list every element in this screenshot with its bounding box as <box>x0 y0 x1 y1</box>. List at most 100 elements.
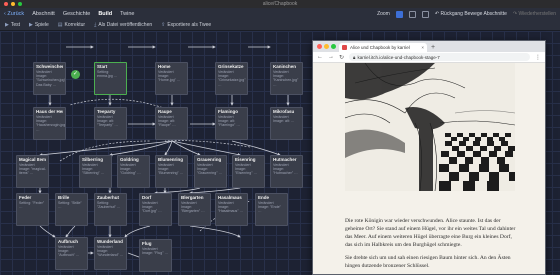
passage-card[interactable]: Eisenring Verändert Image: "Eisenring" … <box>232 155 265 188</box>
link-path <box>124 225 151 238</box>
passage-title: Blergarten <box>181 195 204 200</box>
passage-card[interactable]: Flug Verändert Image: "Flug" … <box>139 239 172 272</box>
passage-title: Schweinchen <box>36 64 63 69</box>
tab-abschnitt[interactable]: Abschnitt <box>32 11 55 17</box>
zoom-medium-button[interactable] <box>408 10 416 18</box>
passage-card[interactable]: Hasalmaus Verändert Image: "Hasalmaus" … <box>215 193 248 226</box>
story-illustration <box>345 63 515 191</box>
passage-card[interactable]: Hutmacher Verändert Image: "Hutmacher" … <box>270 155 303 188</box>
passage-excerpt: Verändert Image: "Blergarten" … <box>181 201 205 214</box>
link-path <box>39 140 173 157</box>
passage-excerpt: Verändert Image: "Goldring" … <box>120 163 141 176</box>
passage-excerpt: Verändert Image: "Schweinchen.jpg" Das B… <box>36 70 66 87</box>
story-text: Die rote Königin war wieder verschwunden… <box>345 217 517 274</box>
passage-card[interactable]: Haus der HerzoginVerändert Image: "Haush… <box>33 107 66 140</box>
play-label: Spiele <box>34 22 49 28</box>
passage-title: Goldring <box>120 157 139 162</box>
passage-card[interactable]: Brille Setting: "Brille" … <box>55 193 88 226</box>
passage-card[interactable]: Blergarten Verändert Image: "Blergarten" … <box>178 193 211 226</box>
passage-card[interactable]: Home Verändert Image: "Home.jpg" … <box>155 62 188 95</box>
browser-window-controls <box>317 44 336 49</box>
passage-card[interactable]: Ende Verändert Image: "Ende" … <box>255 193 288 226</box>
publish-file-button[interactable]: ⤓ Als Datei veröffentlichen <box>94 22 152 28</box>
play-button[interactable]: ▶ Spiele <box>29 22 49 28</box>
passage-title: Zauberhut <box>97 195 119 200</box>
passage-title: Raupe <box>158 109 172 114</box>
passage-card[interactable]: Goldring Verändert Image: "Goldring" … <box>117 155 150 188</box>
passage-excerpt: Verändert Image: "Grinsekatze.jpg" … <box>218 70 246 87</box>
passage-title: Feder <box>19 195 32 200</box>
close-window-button[interactable] <box>4 2 8 6</box>
proof-button[interactable]: ▤ Korrektur <box>58 22 85 28</box>
back-arrow-icon[interactable]: ← <box>317 54 323 60</box>
passage-card[interactable]: Zauberhut Setting: "Zauberhut" … <box>94 193 127 226</box>
test-button[interactable]: ▶ Test <box>5 22 20 28</box>
url-text: karriel.itch.io/alice-und-chapbook-stage… <box>357 54 440 60</box>
passage-card[interactable]: Flamingo Verändert Image: alt: "Flamingo"… <box>215 107 248 140</box>
passage-card[interactable]: Start Setting: emma.jpg … <box>94 62 127 95</box>
play-icon: ▶ <box>5 22 9 28</box>
zoom-large-button[interactable] <box>395 10 403 18</box>
passage-title: Dorf <box>142 195 152 200</box>
passage-card[interactable]: Magical Items Verändert Image: "magical-i… <box>16 155 49 188</box>
passage-card[interactable]: Dorf Verändert Image: "Dorf.jpg" … <box>139 193 172 226</box>
export-twee-button[interactable]: ⇪ Exportiere als Twee <box>161 22 211 28</box>
close-tab-icon[interactable]: × <box>421 45 424 50</box>
passage-title: Blumenring <box>158 157 184 162</box>
passage-card[interactable]: Grauenring Verändert Image: "Grauenring" … <box>194 155 227 188</box>
passage-card[interactable]: Silberring Verändert Image: "Silberring" … <box>79 155 112 188</box>
reload-icon[interactable]: ↻ <box>339 54 344 61</box>
passage-card[interactable]: Kaninchen Verändert Image: "Kaninchen.jpg… <box>270 62 303 95</box>
passage-card[interactable]: Wunderland Verändert Image: "Wunderland" … <box>94 237 127 270</box>
undo-button[interactable]: ↶ Rückgang Bewege Abschnitte <box>435 11 507 17</box>
browser-tab[interactable]: Alice und Chapbook by karriel × <box>339 43 427 52</box>
new-tab-button[interactable]: + <box>431 43 435 52</box>
passage-card[interactable]: Teeparty Verändert Image: alt: "Teeparty"… <box>94 107 127 140</box>
play-icon: ▶ <box>29 22 33 28</box>
passage-excerpt: Verändert Image: "Grauenring" … <box>197 163 223 176</box>
passage-title: Mikrofasu <box>273 109 295 114</box>
passage-excerpt: Setting: "Brille" … <box>58 201 82 210</box>
passage-excerpt: Verändert Image: "Hausherzogin.jpg" … <box>36 115 66 132</box>
menu-kebab-icon[interactable]: ⋮ <box>535 54 541 61</box>
back-button[interactable]: ‹ Zurück <box>4 11 24 17</box>
passage-card[interactable]: Aufbruch Verändert Image: "Aufbruch" … <box>55 237 88 270</box>
document-icon: ▤ <box>57 22 63 28</box>
passage-excerpt: Verändert Image: "Eisenring" … <box>235 163 258 176</box>
passage-excerpt: Verändert Image: "Kaninchen.jpg" … <box>273 70 299 87</box>
passage-title: Wunderland <box>97 239 123 244</box>
passage-excerpt: Verändert Image: "Home.jpg" … <box>158 70 181 83</box>
address-bar[interactable]: 🔒︎ karriel.itch.io/alice-und-chapbook-st… <box>349 53 530 61</box>
tab-twine[interactable]: Twine <box>120 11 134 17</box>
passage-card[interactable]: Mikrofasu Verändert Image: alt: … <box>270 107 303 140</box>
passage-title: Magical Items <box>19 157 46 162</box>
browser-close-button[interactable] <box>317 44 322 49</box>
browser-toolbar: ← → ↻ 🔒︎ karriel.itch.io/alice-und-chapb… <box>313 52 545 63</box>
passage-card[interactable]: Grinsekatze Verändert Image: "Grinsekatze… <box>215 62 248 95</box>
passage-excerpt: Verändert Image: "Hasalmaus" … <box>218 201 244 214</box>
browser-minimize-button[interactable] <box>324 44 329 49</box>
window-titlebar: alice/Chapbook <box>0 0 560 8</box>
link-path <box>109 140 173 157</box>
zoom-small-button[interactable] <box>421 10 429 18</box>
passage-title: Grauenring <box>197 157 222 162</box>
minimize-window-button[interactable] <box>11 2 15 6</box>
maximize-window-button[interactable] <box>18 2 22 6</box>
browser-maximize-button[interactable] <box>331 44 336 49</box>
passage-excerpt: Verändert Image: alt: "Flamingo" … <box>218 115 240 128</box>
passage-excerpt: Verändert Image: "Hutmacher" … <box>273 163 298 176</box>
passage-title: Ende <box>258 195 270 200</box>
passage-card[interactable]: Feder Setting: "Feder" … <box>16 193 49 226</box>
redo-button[interactable]: ↷ Wiederherstellen <box>513 11 556 17</box>
link-path <box>39 225 56 238</box>
passage-card[interactable]: Blumenring Verändert Image: "Blumenring" … <box>155 155 188 188</box>
browser-window: Alice und Chapbook by karriel × + ← → ↻ … <box>312 40 546 275</box>
passage-card[interactable]: Schweinchen Verändert Image: "Schweinchen… <box>33 62 66 95</box>
passage-title: Aufbruch <box>58 239 78 244</box>
forward-arrow-icon[interactable]: → <box>328 54 334 60</box>
tab-geschichte[interactable]: Geschichte <box>63 11 91 17</box>
tab-build[interactable]: Build <box>98 11 112 17</box>
passage-excerpt: Verändert Image: "Silberring" … <box>82 163 105 176</box>
link-path <box>231 140 281 156</box>
passage-card[interactable]: Raupe Verändert Image: alt: "Raupe" … <box>155 107 188 140</box>
